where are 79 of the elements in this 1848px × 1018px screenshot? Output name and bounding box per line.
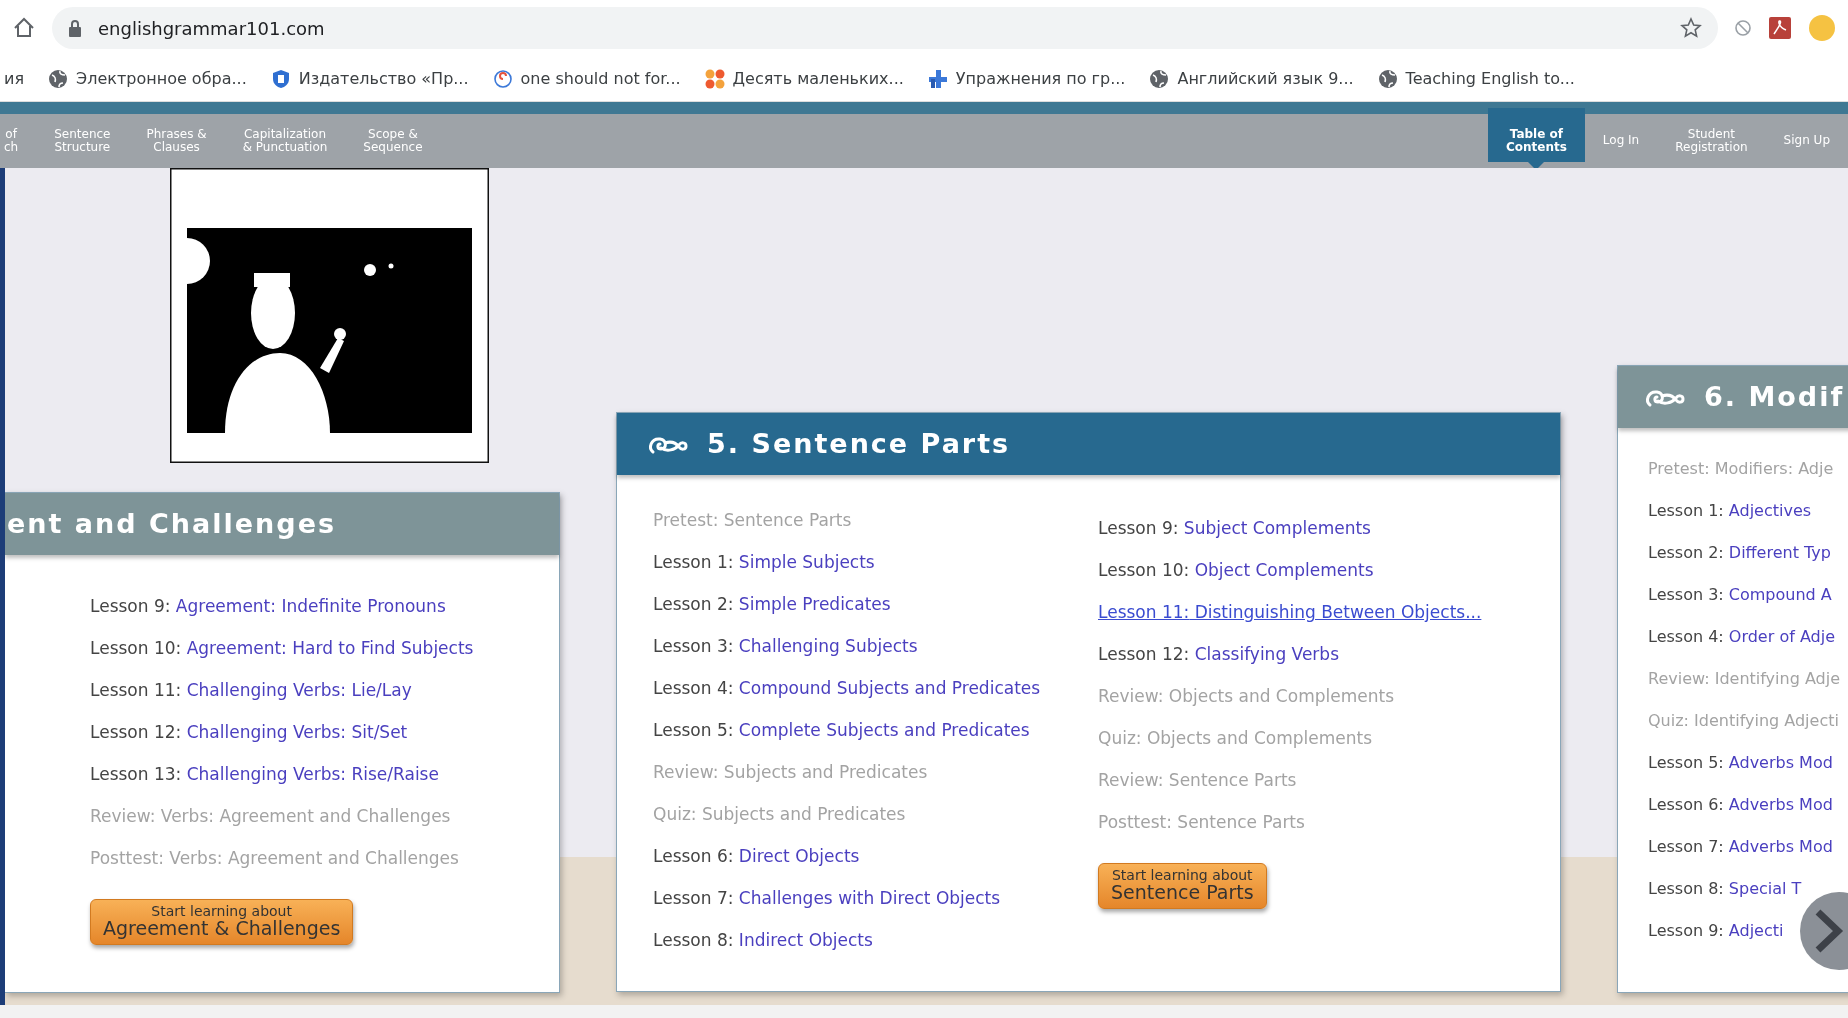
lesson-number: Lesson 2: <box>1648 543 1724 562</box>
globe-icon <box>1149 68 1170 89</box>
lesson-number: Lesson 7: <box>1648 837 1724 856</box>
lesson-number: Lesson 11: <box>90 680 182 700</box>
bookmark-link[interactable]: Издательство «Пр... <box>298 66 469 91</box>
lesson-number: Lesson 1: <box>1648 501 1724 520</box>
lesson-number: Lesson 9: <box>1098 518 1179 538</box>
lesson-number: Lesson 1: <box>653 552 734 572</box>
shield-icon <box>270 68 291 89</box>
lesson-link[interactable]: Compound Subjects and Predicates <box>733 678 1041 698</box>
lesson-number: Lesson 12: <box>1098 644 1190 664</box>
block-icon[interactable] <box>1734 19 1752 37</box>
lesson-number: Lesson 5: <box>1648 753 1724 772</box>
lesson-link[interactable]: Order of Adje <box>1723 627 1835 646</box>
bookmark-link[interactable]: Teaching English to... <box>1405 66 1575 91</box>
lesson-link[interactable]: Simple Subjects <box>733 552 875 572</box>
lesson-link[interactable]: Simple Predicates <box>733 594 891 614</box>
lesson-number: Lesson 7: <box>653 888 734 908</box>
lesson-link[interactable]: Classifying Verbs <box>1189 644 1339 664</box>
lesson-link[interactable]: Challenging Verbs: Lie/Lay <box>181 680 412 700</box>
lesson-number: Lesson 8: <box>1648 879 1724 898</box>
address-bar[interactable]: englishgrammar101.com <box>52 7 1718 49</box>
lesson-number: Lesson 12: <box>90 722 182 742</box>
lesson-link[interactable]: Challenging Subjects <box>733 636 918 656</box>
bookmark-link[interactable]: Электронное обра... <box>76 66 247 91</box>
lesson-link[interactable]: Adverbs Mod <box>1723 837 1833 856</box>
lesson-link[interactable]: Subject Complements <box>1178 518 1371 538</box>
bookmark-link[interactable]: one should not for... <box>520 66 681 91</box>
lesson-number: Lesson 3: <box>1648 585 1724 604</box>
lesson-number: Lesson 9: <box>1648 921 1724 940</box>
lesson-number: Lesson 2: <box>653 594 734 614</box>
lesson-link[interactable]: Different Typ <box>1723 543 1831 562</box>
lesson-number: Lesson 4: <box>653 678 734 698</box>
star-icon[interactable] <box>1680 17 1702 39</box>
unit-title: ent and Challenges <box>7 506 337 541</box>
lock-icon <box>68 19 82 37</box>
bookmark-link[interactable]: ия <box>4 66 25 91</box>
bookmark-link[interactable]: Английский язык 9... <box>1177 66 1354 91</box>
lesson-link[interactable]: Complete Subjects and Predicates <box>733 720 1030 740</box>
lesson-link[interactable]: Direct Objects <box>733 846 860 866</box>
spiral-icon <box>492 68 513 89</box>
lesson-link[interactable]: Distinguishing Between Objects... <box>1189 602 1482 622</box>
unit-title: 6. Modif <box>1704 379 1845 414</box>
start-learning-button[interactable]: Start learning about Sentence Parts <box>1098 863 1267 909</box>
globe-icon <box>1377 68 1398 89</box>
lesson-link[interactable]: Agreement: Indefinite Pronouns <box>170 596 446 616</box>
tab-pointer <box>1528 162 1545 170</box>
bookmark-link[interactable]: Десять маленьких... <box>732 66 904 91</box>
lesson-link[interactable]: Challenges with Direct Objects <box>733 888 1001 908</box>
lesson-number: Lesson 11: <box>1098 602 1190 622</box>
lesson-link[interactable]: Challenging Verbs: Sit/Set <box>181 722 408 742</box>
dots-icon <box>704 68 725 89</box>
lesson-number: Lesson 5: <box>653 720 734 740</box>
lesson-link[interactable]: Agreement: Hard to Find Subjects <box>181 638 474 658</box>
lesson-link[interactable]: Challenging Verbs: Rise/Raise <box>181 764 439 784</box>
lesson-link[interactable]: Compound A <box>1723 585 1832 604</box>
home-icon[interactable] <box>12 16 36 40</box>
globe-icon <box>48 68 69 89</box>
unit-title: 5. Sentence Parts <box>707 426 1011 461</box>
lesson-link[interactable]: Adverbs Mod <box>1723 795 1833 814</box>
lesson-link[interactable]: Indirect Objects <box>733 930 873 950</box>
lesson-number: Lesson 3: <box>653 636 734 656</box>
lesson-number: Lesson 10: <box>90 638 182 658</box>
lesson-number: Lesson 9: <box>90 596 171 616</box>
lesson-number: Lesson 6: <box>653 846 734 866</box>
start-learning-button[interactable]: Start learning about Agreement & Challenges <box>90 899 354 945</box>
lesson-number: Lesson 10: <box>1098 560 1190 580</box>
lesson-number: Lesson 4: <box>1648 627 1724 646</box>
lesson-link[interactable]: Adjecti <box>1723 921 1784 940</box>
lesson-link[interactable]: Special T <box>1723 879 1802 898</box>
lesson-link[interactable]: Object Complements <box>1189 560 1374 580</box>
lesson-number: Lesson 6: <box>1648 795 1724 814</box>
bookmark-link[interactable]: Упражнения по гр... <box>955 66 1126 91</box>
lesson-number: Lesson 13: <box>90 764 182 784</box>
lesson-link[interactable]: Adjectives <box>1723 501 1812 520</box>
cross-icon <box>927 68 948 89</box>
lesson-number: Lesson 8: <box>653 930 734 950</box>
pdf-icon[interactable] <box>1768 16 1792 40</box>
lesson-link[interactable]: Adverbs Mod <box>1723 753 1833 772</box>
